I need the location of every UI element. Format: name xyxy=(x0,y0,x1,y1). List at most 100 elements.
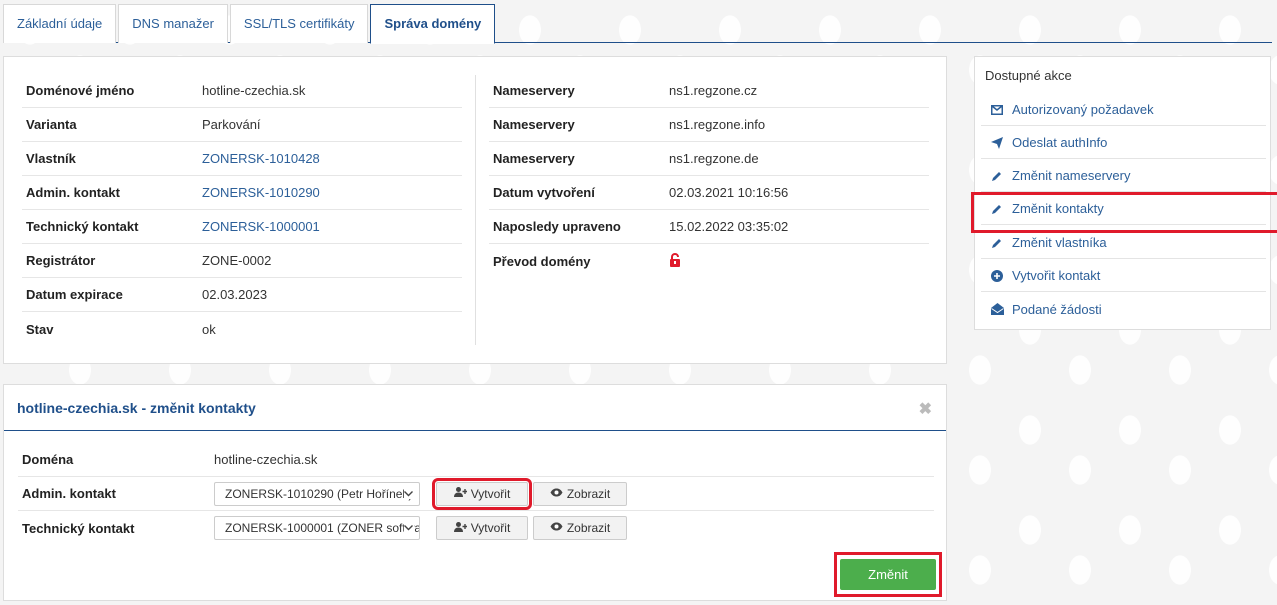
chevron-down-icon xyxy=(404,523,414,533)
info-key: Nameservery xyxy=(493,117,575,132)
info-value: 15.02.2022 03:35:02 xyxy=(669,219,789,234)
info-value: ns1.regzone.de xyxy=(669,151,759,166)
info-value: hotline-czechia.sk xyxy=(202,83,306,98)
info-row: Stav ok xyxy=(22,312,462,346)
action-label: Vytvořit kontakt xyxy=(1012,268,1101,283)
action-authorized-request[interactable]: Autorizovaný požadavek xyxy=(981,94,1266,126)
select-value: ZONERSK-1000001 (ZONER software xyxy=(225,521,420,535)
action-label: Odeslat authInfo xyxy=(1012,135,1108,150)
info-key: Technický kontakt xyxy=(26,219,139,234)
admin-contact-row: Admin. kontakt ZONERSK-1010290 (Petr Hoř… xyxy=(18,477,934,511)
info-key: Nameservery xyxy=(493,83,575,98)
info-key: Registrátor xyxy=(26,253,96,268)
info-key: Varianta xyxy=(26,117,77,132)
info-key: Datum expirace xyxy=(26,287,123,302)
info-row: Varianta Parkování xyxy=(22,108,462,142)
change-contacts-submit-button[interactable]: Změnit xyxy=(840,559,936,590)
column-divider xyxy=(475,75,476,345)
create-tech-contact-button[interactable]: Vytvořit xyxy=(436,516,528,540)
user-plus-icon xyxy=(453,521,468,535)
domain-label: Doména xyxy=(22,452,74,467)
domain-row: Doména hotline-czechia.sk xyxy=(18,443,934,477)
action-change-contacts[interactable]: Změnit kontakty xyxy=(971,192,1277,233)
close-icon[interactable]: ✖ xyxy=(919,399,932,419)
info-value: ZONE-0002 xyxy=(202,253,272,268)
info-row: Naposledy upraveno 15.02.2022 03:35:02 xyxy=(489,210,929,244)
info-value: Parkování xyxy=(202,117,261,132)
info-row: Nameservery ns1.regzone.cz xyxy=(489,74,929,108)
info-value: ns1.regzone.info xyxy=(669,117,766,132)
admin-contact-select[interactable]: ZONERSK-1010290 (Petr Hořínek) xyxy=(214,481,420,506)
tech-contact-select[interactable]: ZONERSK-1000001 (ZONER software xyxy=(214,516,420,540)
eye-icon xyxy=(550,522,563,534)
available-actions-panel: Dostupné akce Autorizovaný požadavek Ode… xyxy=(971,56,1277,330)
dialog-title: hotline-czechia.sk - změnit kontakty xyxy=(17,399,256,416)
chevron-down-icon xyxy=(404,488,414,499)
user-plus-icon xyxy=(453,487,468,500)
tech-contact-row: Technický kontakt ZONERSK-1000001 (ZONER… xyxy=(18,511,934,545)
tab-zakladni-udaje[interactable]: Základní údaje xyxy=(3,4,117,43)
create-button-label: Vytvořit xyxy=(470,486,511,501)
show-tech-contact-button[interactable]: Zobrazit xyxy=(533,516,627,540)
info-key: Převod domény xyxy=(493,253,591,269)
show-button-label: Zobrazit xyxy=(566,521,611,535)
info-row: Admin. kontakt ZONERSK-1010290 xyxy=(22,176,462,210)
action-label: Autorizovaný požadavek xyxy=(1012,102,1154,117)
info-value: ns1.regzone.cz xyxy=(669,83,758,98)
admin-contact-label: Admin. kontakt xyxy=(22,486,116,501)
owner-contact-link[interactable]: ZONERSK-1010428 xyxy=(202,151,320,166)
action-send-authinfo[interactable]: Odeslat authInfo xyxy=(981,127,1266,159)
info-row: Technický kontakt ZONERSK-1000001 xyxy=(22,210,462,244)
envelope-icon xyxy=(989,104,1005,115)
info-value: ok xyxy=(202,321,216,337)
action-label: Změnit vlastníka xyxy=(1012,235,1107,250)
info-row: Registrátor ZONE-0002 xyxy=(22,244,462,278)
dialog-header: hotline-czechia.sk - změnit kontakty xyxy=(4,385,946,431)
domain-info-right: Nameservery ns1.regzone.cz Nameservery ns1… xyxy=(489,74,929,278)
action-label: Změnit kontakty xyxy=(1012,201,1104,216)
info-key: Nameservery xyxy=(493,151,575,166)
info-key: Vlastník xyxy=(26,151,76,166)
tab-bar: Základní údaje DNS manažer SSL/TLS certi… xyxy=(3,4,1272,44)
info-row: Nameservery ns1.regzone.de xyxy=(489,142,929,176)
plus-circle-icon xyxy=(989,269,1005,282)
action-change-nameservers[interactable]: Změnit nameservery xyxy=(981,160,1266,192)
info-row: Převod domény xyxy=(489,244,929,278)
domain-value: hotline-czechia.sk xyxy=(214,452,318,467)
action-submitted-requests[interactable]: Podané žádosti xyxy=(981,293,1266,325)
admin-contact-link[interactable]: ZONERSK-1010290 xyxy=(202,185,320,200)
info-key: Doménové jméno xyxy=(26,83,135,98)
change-contacts-dialog: hotline-czechia.sk - změnit kontakty ✖ D… xyxy=(3,384,947,601)
create-admin-contact-button[interactable]: Vytvořit xyxy=(432,477,532,510)
show-admin-contact-button[interactable]: Zobrazit xyxy=(533,481,627,506)
info-key: Naposledy upraveno xyxy=(493,219,621,234)
info-value: 02.03.2021 10:16:56 xyxy=(669,185,789,200)
tab-sprava-domeny[interactable]: Správa domény xyxy=(370,4,496,44)
action-change-owner[interactable]: Změnit vlastníka xyxy=(981,227,1266,259)
info-row: Nameservery ns1.regzone.info xyxy=(489,108,929,142)
info-key: Stav xyxy=(26,321,54,337)
eye-icon xyxy=(550,488,563,500)
info-row: Vlastník ZONERSK-1010428 xyxy=(22,142,462,176)
pencil-icon xyxy=(989,170,1005,182)
info-row: Doménové jméno hotline-czechia.sk xyxy=(22,74,462,108)
action-label: Změnit nameservery xyxy=(1012,168,1131,183)
domain-info-panel: Doménové jméno hotline-czechia.sk Variant… xyxy=(3,56,947,364)
action-create-contact[interactable]: Vytvořit kontakt xyxy=(981,260,1266,292)
info-row: Datum vytvoření 02.03.2021 10:16:56 xyxy=(489,176,929,210)
pencil-icon xyxy=(989,237,1005,249)
info-key: Datum vytvoření xyxy=(493,185,595,200)
info-value: 02.03.2023 xyxy=(202,287,268,302)
action-label: Podané žádosti xyxy=(1012,301,1102,317)
create-button-label: Vytvořit xyxy=(470,521,511,535)
tech-contact-link[interactable]: ZONERSK-1000001 xyxy=(202,219,320,234)
envelope-open-icon xyxy=(989,303,1005,315)
tab-dns-manazer[interactable]: DNS manažer xyxy=(118,4,228,43)
domain-info-left: Doménové jméno hotline-czechia.sk Variant… xyxy=(22,74,462,346)
unlock-icon[interactable] xyxy=(669,252,681,270)
sidebar-title: Dostupné akce xyxy=(985,68,1072,83)
select-value: ZONERSK-1010290 (Petr Hořínek) xyxy=(225,486,413,501)
tab-ssl-certifikaty[interactable]: SSL/TLS certifikáty xyxy=(229,4,369,43)
tech-contact-label: Technický kontakt xyxy=(22,520,135,536)
info-key: Admin. kontakt xyxy=(26,185,120,200)
